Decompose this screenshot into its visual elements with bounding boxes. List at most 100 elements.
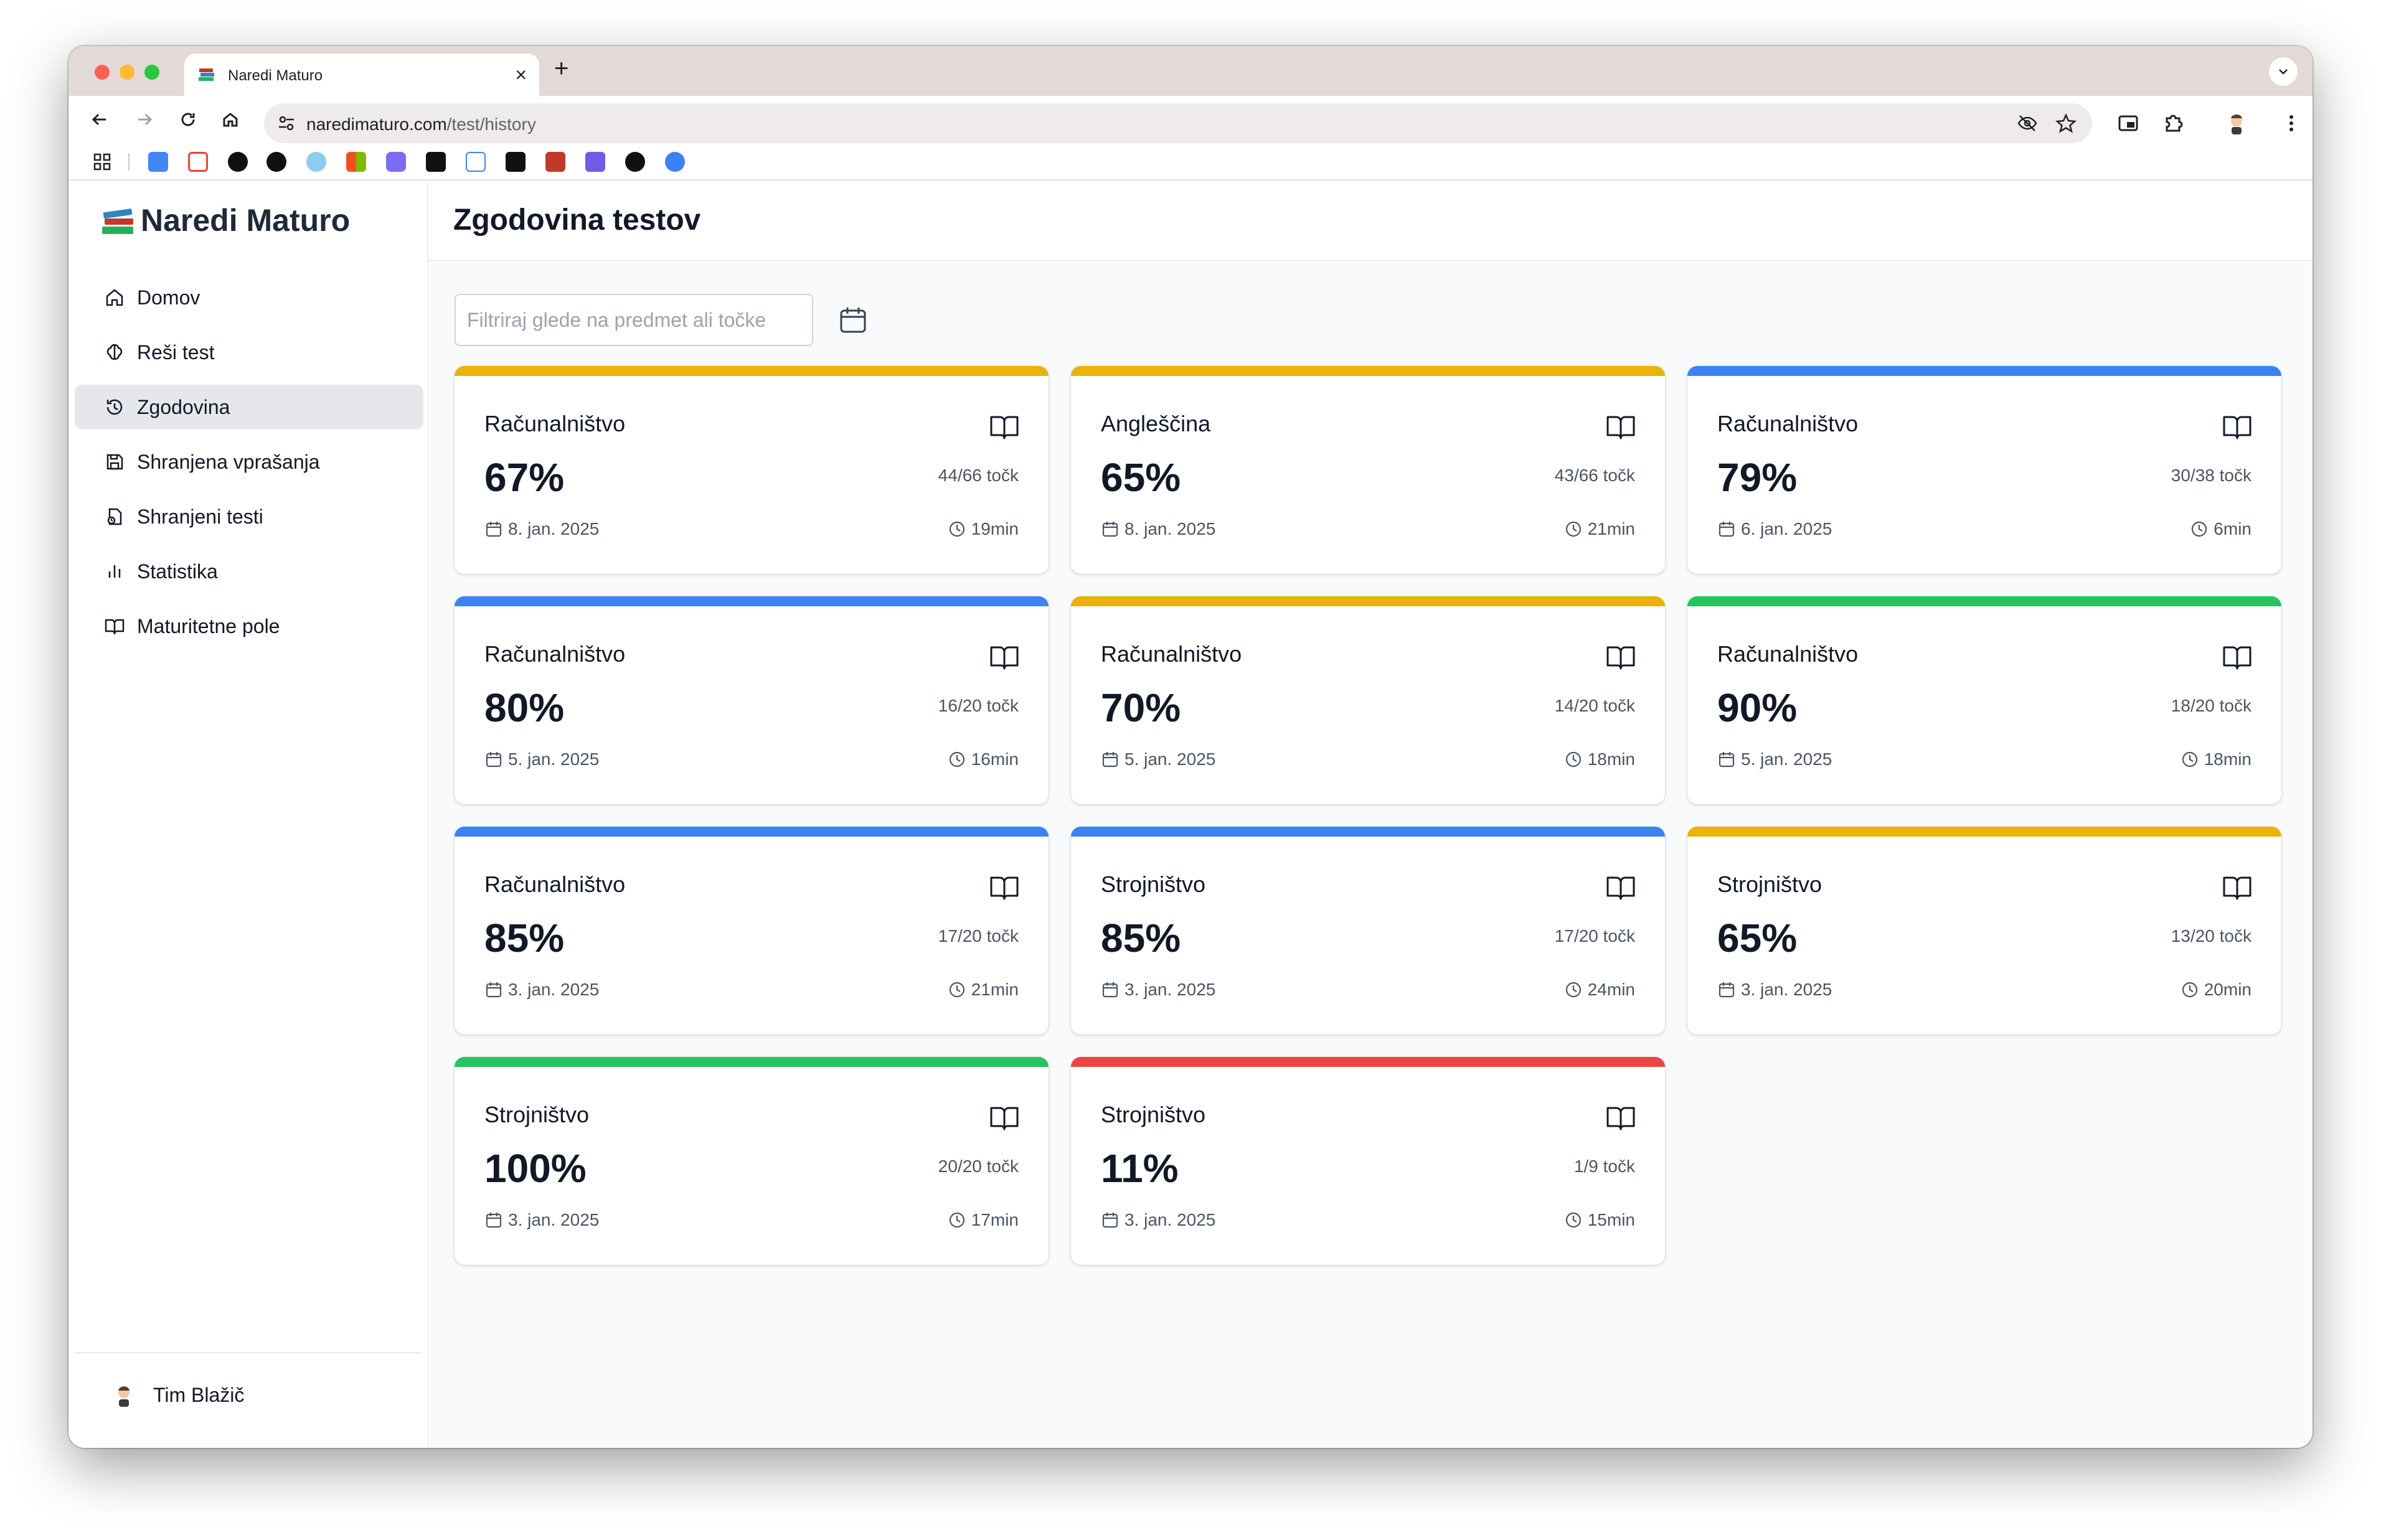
r-bookmark-icon[interactable] (506, 152, 526, 172)
book-icon[interactable] (989, 644, 1020, 671)
sidebar-nav: Domov Reši test Zgodovina Shranjena vpra… (75, 275, 423, 659)
calendar-icon (1719, 982, 1735, 998)
more-vertical-icon[interactable] (2279, 111, 2304, 136)
test-result-card[interactable]: Strojništvo 11% 1/9 točk 3. jan. 2025 15… (1071, 1057, 1665, 1265)
sidebar-item-domov[interactable]: Domov (75, 275, 423, 320)
home-icon[interactable] (218, 107, 243, 132)
microsoft-bookmark-icon[interactable] (346, 152, 366, 172)
google-docs-bookmark-icon[interactable] (148, 152, 168, 172)
eye-off-icon[interactable] (2016, 112, 2039, 134)
filter-input[interactable] (455, 294, 813, 346)
gmail-bookmark-icon[interactable] (188, 152, 208, 172)
api-bookmark-icon[interactable] (466, 152, 486, 172)
star-icon[interactable] (2055, 112, 2077, 134)
sidebar-item-label: Shranjena vprašanja (137, 450, 320, 473)
plus-icon[interactable]: + (554, 55, 568, 83)
card-date-text: 3. jan. 2025 (508, 1210, 600, 1229)
profile-avatar-icon[interactable] (2223, 110, 2250, 137)
maximize-window-button[interactable] (144, 65, 159, 80)
card-duration-text: 19min (971, 519, 1019, 538)
bookmark-icon[interactable] (665, 152, 685, 172)
calendar-icon (1719, 522, 1735, 537)
book-icon[interactable] (2222, 874, 2253, 901)
extensions-icon[interactable] (2161, 111, 2185, 136)
sidebar-item-statistika[interactable]: Statistika (75, 549, 423, 594)
calendar-icon (1102, 982, 1118, 998)
card-date: 5. jan. 2025 (1717, 749, 1832, 769)
test-result-card[interactable]: Računalništvo 90% 18/20 točk 5. jan. 202… (1687, 596, 2281, 804)
book-icon[interactable] (2222, 644, 2253, 671)
book-icon[interactable] (989, 1104, 1020, 1132)
book-icon[interactable] (1605, 413, 1636, 441)
card-date-text: 8. jan. 2025 (1124, 519, 1216, 538)
card-duration-text: 15min (1587, 1210, 1635, 1229)
card-points: 13/20 točk (2171, 926, 2251, 946)
picture-in-picture-icon[interactable] (2116, 111, 2141, 136)
bookmark-icon[interactable] (426, 152, 446, 172)
card-points: 17/20 točk (1554, 926, 1635, 946)
back-arrow-icon[interactable] (87, 107, 112, 132)
book-icon[interactable] (1605, 1104, 1636, 1132)
minimize-window-button[interactable] (120, 65, 134, 80)
test-result-card[interactable]: Strojništvo 65% 13/20 točk 3. jan. 2025 … (1687, 827, 2281, 1035)
sidebar-item-maturitetne-pole[interactable]: Maturitetne pole (75, 604, 423, 649)
tab-strip: Naredi Maturo × + (68, 46, 2313, 96)
vercel-bookmark-icon[interactable] (266, 152, 286, 172)
card-score: 100% (484, 1146, 587, 1191)
book-icon[interactable] (2222, 413, 2253, 441)
book-icon[interactable] (989, 413, 1020, 441)
sidebar-item-zgodovina[interactable]: Zgodovina (75, 385, 423, 430)
card-subject: Računalništvo (1101, 641, 1242, 667)
clock-icon (949, 982, 964, 998)
sidebar-item-resi-test[interactable]: Reši test (75, 330, 423, 375)
browser-tab[interactable]: Naredi Maturo × (184, 54, 539, 96)
card-date-text: 5. jan. 2025 (1124, 749, 1216, 769)
test-result-card[interactable]: Računalništvo 80% 16/20 točk 5. jan. 202… (455, 596, 1049, 804)
book-icon[interactable] (1605, 644, 1636, 671)
clock-icon (2182, 751, 2197, 768)
close-window-button[interactable] (95, 65, 110, 80)
sidebar-item-label: Maturitetne pole (137, 614, 280, 637)
brand-name: Naredi Maturo (141, 203, 351, 238)
card-date: 6. jan. 2025 (1717, 519, 1832, 539)
test-result-card[interactable]: Strojništvo 100% 20/20 točk 3. jan. 2025… (455, 1057, 1049, 1265)
test-result-card[interactable]: Računalništvo 70% 14/20 točk 5. jan. 202… (1071, 596, 1665, 804)
clock-icon (1565, 982, 1581, 998)
sidebar-item-label: Zgodovina (137, 395, 230, 418)
calendar-icon[interactable] (837, 304, 869, 336)
score-color-bar (455, 366, 1049, 376)
card-date: 5. jan. 2025 (1101, 749, 1215, 769)
user-profile[interactable]: Tim Blažič (111, 1382, 244, 1408)
test-result-card[interactable]: Angleščina 65% 43/66 točk 8. jan. 2025 2… (1071, 366, 1665, 574)
card-subject: Angleščina (1101, 411, 1211, 436)
test-result-card[interactable]: Strojništvo 85% 17/20 točk 3. jan. 2025 … (1071, 827, 1665, 1035)
sidebar-item-shranjeni-testi[interactable]: Shranjeni testi (75, 494, 423, 539)
card-subject: Računalništvo (484, 411, 626, 436)
s-bookmark-icon[interactable] (585, 152, 605, 172)
card-date-text: 3. jan. 2025 (508, 980, 600, 999)
brand-logo[interactable]: Naredi Maturo (100, 202, 350, 239)
test-result-card[interactable]: Računalništvo 67% 44/66 točk 8. jan. 202… (455, 366, 1049, 574)
card-score: 85% (484, 916, 565, 960)
address-bar[interactable]: naredimaturo.com/test/history (264, 103, 2092, 143)
test-result-card[interactable]: Računalništvo 85% 17/20 točk 3. jan. 202… (455, 827, 1049, 1035)
sidebar-item-shranjena-vprasanja[interactable]: Shranjena vprašanja (75, 439, 423, 484)
forward-arrow-icon[interactable] (132, 107, 157, 132)
score-color-bar (1071, 366, 1665, 376)
github-bookmark-icon[interactable] (625, 152, 645, 172)
book-icon[interactable] (989, 874, 1020, 901)
openai-bookmark-icon[interactable] (228, 152, 248, 172)
url-text[interactable]: naredimaturo.com/test/history (306, 115, 536, 134)
book-icon[interactable] (1605, 874, 1636, 901)
reload-icon[interactable] (176, 107, 200, 132)
site-settings-icon[interactable] (276, 113, 296, 133)
card-duration-text: 6min (2214, 519, 2251, 538)
close-icon[interactable]: × (515, 63, 527, 87)
tab-search-button[interactable] (2269, 57, 2298, 86)
books-bookmark-icon[interactable] (545, 152, 565, 172)
apps-grid-icon[interactable] (92, 152, 112, 172)
bookmark-icon[interactable] (386, 152, 406, 172)
bookmark-icon[interactable] (306, 152, 326, 172)
card-score: 85% (1101, 916, 1181, 960)
test-result-card[interactable]: Računalništvo 79% 30/38 točk 6. jan. 202… (1687, 366, 2281, 574)
